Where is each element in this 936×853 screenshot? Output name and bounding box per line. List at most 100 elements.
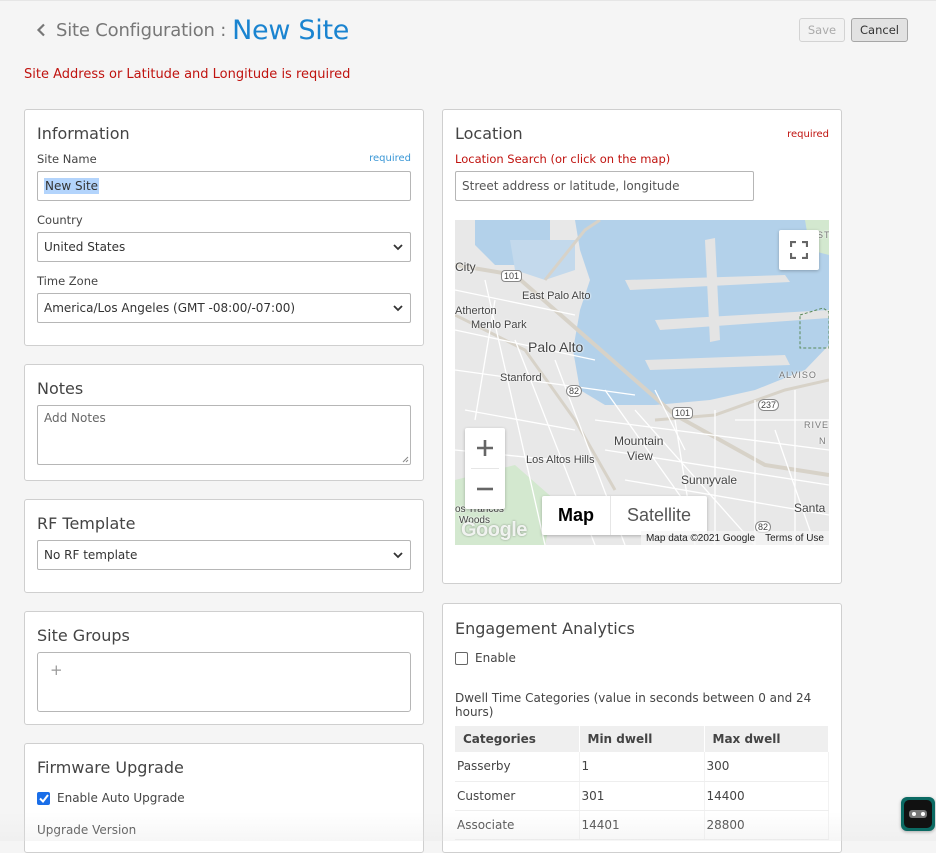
- table-row: Associate 14401 28800: [455, 810, 829, 840]
- site-name-value: New Site: [44, 178, 100, 194]
- map-type-satellite-button[interactable]: Satellite: [610, 496, 707, 535]
- max-dwell-cell[interactable]: 14400: [704, 781, 829, 811]
- map-data-attribution: Map data ©2021 Google: [645, 532, 756, 544]
- engagement-enable-checkbox[interactable]: [455, 651, 468, 665]
- map-label-city: City: [455, 260, 476, 274]
- chat-bot-button[interactable]: [901, 797, 935, 831]
- map-label-river: RIVE: [804, 420, 829, 430]
- map-type-map-button[interactable]: Map: [542, 496, 610, 535]
- map-label-n: N: [819, 436, 826, 446]
- map-attribution: Map data ©2021 Google Terms of Use: [640, 531, 829, 545]
- auto-upgrade-label: Enable Auto Upgrade: [57, 791, 185, 805]
- notes-textarea[interactable]: Add Notes: [37, 405, 411, 465]
- column-header: Categories: [455, 726, 580, 752]
- panel-title: Site Groups: [37, 626, 130, 645]
- timezone-label: Time Zone: [37, 274, 99, 288]
- chevron-down-icon: [393, 552, 403, 559]
- min-dwell-cell[interactable]: 14401: [579, 810, 705, 840]
- route-shield-82: 82: [566, 385, 583, 397]
- rf-template-select[interactable]: No RF template: [37, 540, 411, 570]
- notes-panel: Notes Add Notes: [24, 364, 424, 481]
- dwell-caption: Dwell Time Categories (value in seconds …: [455, 691, 812, 719]
- panel-title: Notes: [37, 379, 84, 398]
- required-label: required: [369, 153, 411, 164]
- zoom-control: [465, 428, 505, 509]
- resize-handle-icon[interactable]: [401, 455, 409, 463]
- robot-eye: [911, 812, 916, 816]
- map-label-stanford: Stanford: [500, 372, 542, 384]
- timezone-value: America/Los Angeles (GMT -08:00/-07:00): [44, 301, 296, 315]
- google-logo: Google: [461, 519, 527, 541]
- category-cell: Associate: [455, 810, 580, 840]
- auto-upgrade-row[interactable]: Enable Auto Upgrade: [37, 791, 185, 805]
- zoom-in-button[interactable]: [465, 428, 505, 468]
- location-panel: Location required Location Search (or cl…: [442, 109, 842, 584]
- rf-template-value: No RF template: [44, 548, 138, 562]
- error-message: Site Address or Latitude and Longitude i…: [24, 67, 351, 82]
- site-name-input[interactable]: New Site: [37, 171, 411, 201]
- engagement-enable-row[interactable]: Enable: [455, 651, 516, 665]
- plus-icon: [477, 440, 493, 456]
- map-label-east-palo-alto: East Palo Alto: [522, 290, 591, 302]
- map-label-mountain-view: View: [627, 449, 653, 463]
- country-label: Country: [37, 213, 83, 227]
- table-row: Passerby 1 300: [455, 752, 829, 782]
- engagement-enable-label: Enable: [475, 651, 516, 665]
- timezone-select[interactable]: America/Los Angeles (GMT -08:00/-07:00): [37, 293, 411, 323]
- rf-template-panel: RF Template No RF template: [24, 499, 424, 593]
- map-label-menlo-park: Menlo Park: [471, 319, 527, 331]
- min-dwell-cell[interactable]: 301: [579, 781, 705, 811]
- map-label-sunnyvale: Sunnyvale: [681, 473, 738, 487]
- route-shield-101: 101: [501, 270, 523, 282]
- save-button[interactable]: Save: [799, 18, 845, 42]
- min-dwell-cell[interactable]: 1: [579, 752, 705, 782]
- panel-title: Engagement Analytics: [455, 619, 635, 638]
- minus-icon: [477, 487, 493, 491]
- plus-icon[interactable]: +: [50, 663, 63, 678]
- fullscreen-icon: [790, 241, 808, 259]
- site-groups-panel: Site Groups +: [24, 611, 424, 725]
- robot-icon: [904, 800, 932, 828]
- location-search-input[interactable]: Street address or latitude, longitude: [455, 171, 754, 201]
- information-panel: Information Site Name required New Site …: [24, 109, 424, 346]
- page-title: New Site: [232, 14, 350, 46]
- cancel-button[interactable]: Cancel: [851, 18, 908, 42]
- site-groups-input[interactable]: +: [37, 652, 411, 712]
- site-name-label: Site Name: [37, 152, 97, 166]
- max-dwell-cell[interactable]: 300: [704, 752, 829, 782]
- dwell-table: Categories Min dwell Max dwell Passerby …: [455, 726, 829, 840]
- location-search-label: Location Search (or click on the map): [455, 152, 671, 166]
- robot-eyes: [909, 810, 927, 818]
- map-label-santa-clara: Santa: [794, 501, 826, 515]
- map[interactable]: 101 101 82 82 237 City East Palo Alto At…: [455, 220, 829, 545]
- map-label-alviso: ALVISO: [779, 370, 817, 380]
- top-divider: [0, 0, 936, 1]
- map-label-los-altos-hills: Los Altos Hills: [526, 454, 595, 466]
- chevron-down-icon: [393, 244, 403, 251]
- page-header: Site Configuration : New Site: [36, 12, 349, 48]
- firmware-panel: Firmware Upgrade Enable Auto Upgrade Upg…: [24, 743, 424, 853]
- chevron-left-icon[interactable]: [36, 20, 50, 40]
- fullscreen-button[interactable]: [779, 230, 819, 270]
- panel-title: RF Template: [37, 514, 136, 533]
- country-value: United States: [44, 240, 126, 254]
- table-row: Customer 301 14400: [455, 781, 829, 811]
- upgrade-version-label: Upgrade Version: [37, 823, 137, 837]
- auto-upgrade-checkbox[interactable]: [37, 791, 50, 805]
- max-dwell-cell[interactable]: 28800: [704, 810, 829, 840]
- map-label-atherton: Atherton: [455, 305, 497, 317]
- route-shield-237: 237: [758, 399, 780, 411]
- panel-title: Firmware Upgrade: [37, 758, 184, 777]
- required-label: required: [787, 129, 829, 140]
- breadcrumb[interactable]: Site Configuration :: [56, 20, 226, 41]
- zoom-out-button[interactable]: [465, 469, 505, 509]
- column-header: Max dwell: [704, 726, 829, 752]
- category-cell: Customer: [455, 781, 580, 811]
- map-label-mountain-view: Mountain: [614, 434, 664, 448]
- checkmark-icon: [38, 793, 49, 803]
- route-shield-101: 101: [672, 407, 694, 419]
- terms-of-use-link[interactable]: Terms of Use: [760, 531, 829, 545]
- map-type-control: Map Satellite: [542, 496, 708, 535]
- country-select[interactable]: United States: [37, 232, 411, 262]
- column-header: Min dwell: [579, 726, 705, 752]
